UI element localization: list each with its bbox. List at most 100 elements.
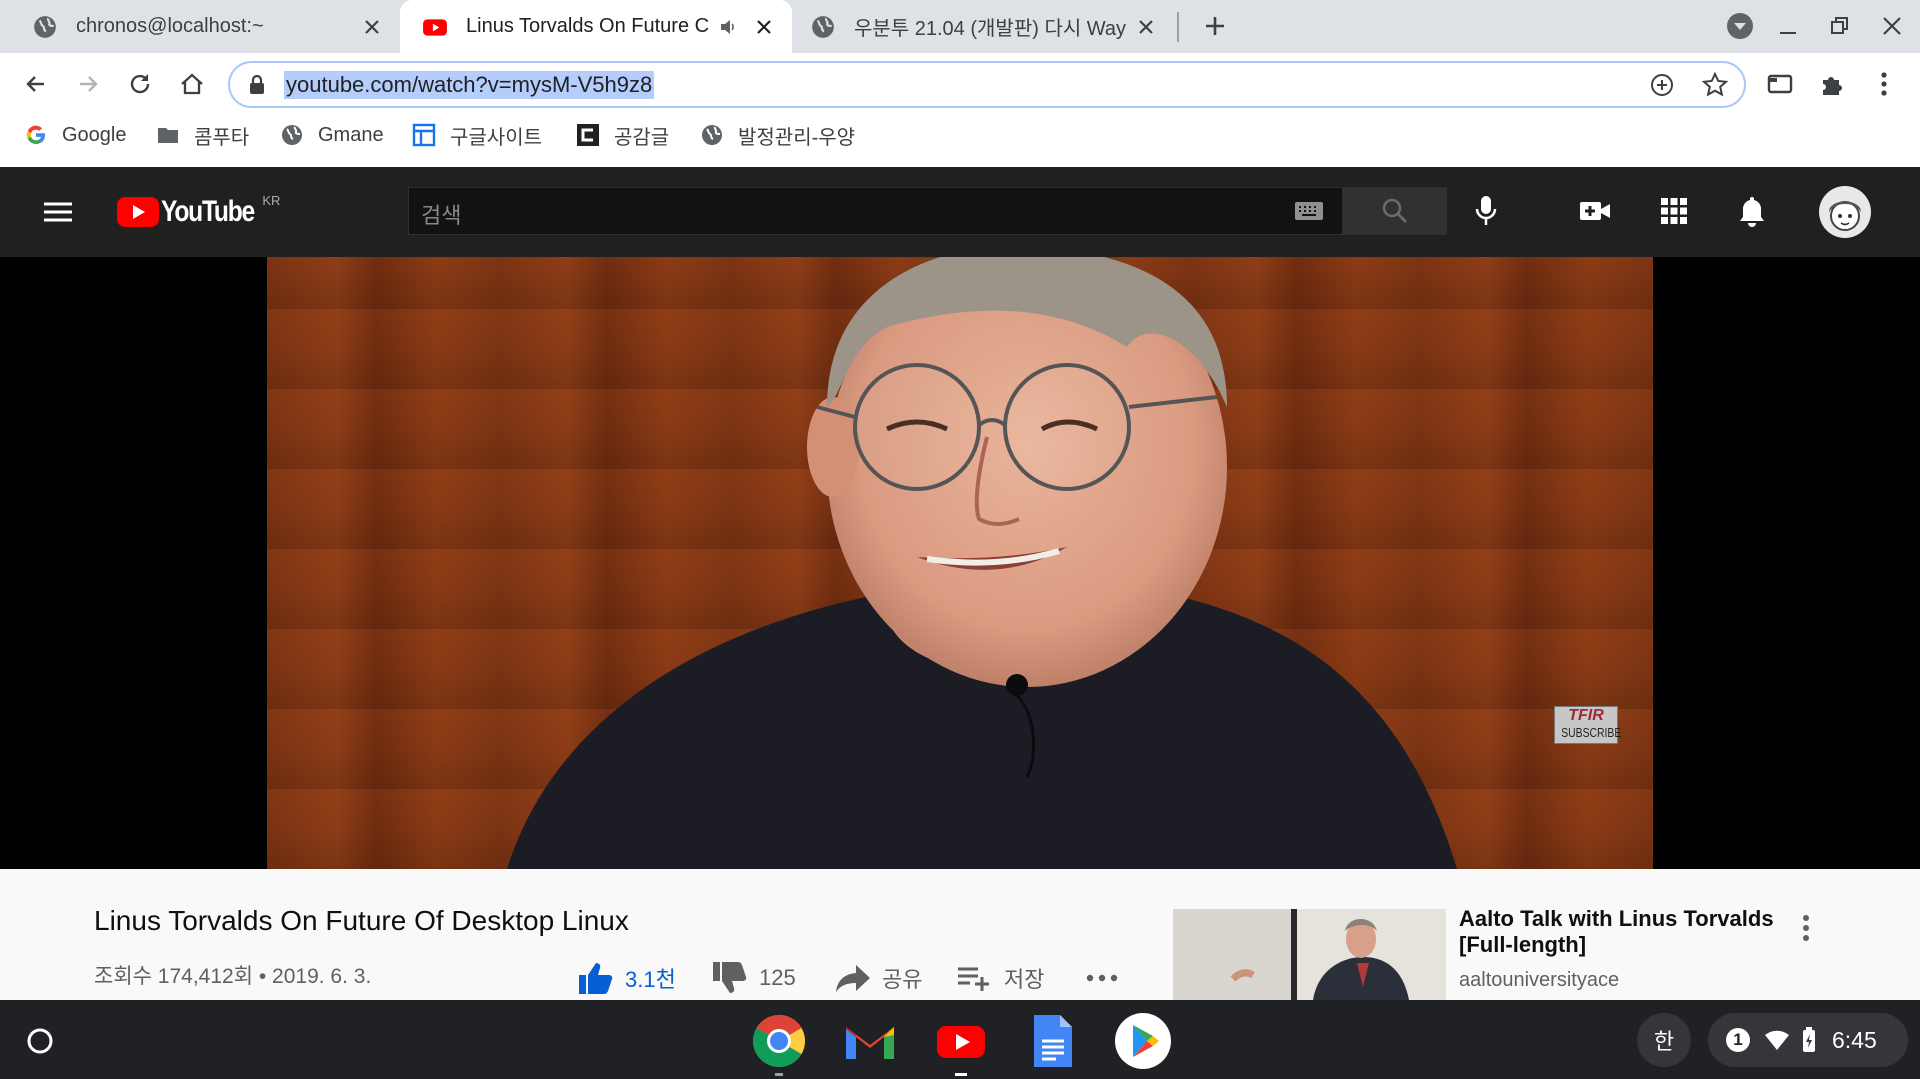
tab-terminal[interactable]: chronos@localhost:~ (0, 0, 400, 53)
close-window-button[interactable] (1874, 8, 1910, 44)
docs-app[interactable] (1024, 1013, 1080, 1069)
ime-indicator[interactable]: 한 (1637, 1013, 1691, 1067)
talk-thumbnail-image (1173, 909, 1446, 1000)
tab-title: chronos@localhost:~ (76, 15, 264, 37)
url-text[interactable]: youtube.com/watch?v=mysM-V5h9z8 (284, 71, 655, 99)
bookmark-gmane[interactable]: Gmane (280, 118, 384, 152)
voice-search-button[interactable] (1468, 193, 1504, 229)
arrow-left-icon (26, 76, 44, 92)
youtube-logo[interactable]: YouTube KR (117, 192, 280, 232)
extensions-button[interactable] (1814, 66, 1850, 102)
notifications-button[interactable] (1734, 193, 1770, 229)
globe-icon (702, 125, 722, 145)
playlist-add-icon (958, 967, 989, 991)
bookmark-gonggamgeul[interactable]: 공감글 (576, 118, 669, 152)
install-app-icon[interactable] (1650, 73, 1674, 97)
back-button[interactable] (18, 66, 54, 102)
kebab-icon (1803, 915, 1809, 941)
recommendation-menu-button[interactable] (1788, 910, 1824, 946)
more-horizontal-icon (1086, 974, 1118, 982)
hamburger-icon (44, 202, 72, 222)
recommendation-title[interactable]: Aalto Talk with Linus Torvalds [Full-len… (1459, 906, 1789, 958)
video-title: Linus Torvalds On Future Of Desktop Linu… (94, 905, 629, 936)
bell-icon (1740, 197, 1764, 227)
recommendation-channel[interactable]: aaltouniversityace (1459, 969, 1619, 992)
region-code: KR (262, 192, 281, 208)
tab-title: Linus Torvalds On Future C (466, 15, 710, 37)
globe-icon (34, 15, 56, 38)
chrome-icon (753, 1015, 805, 1067)
play-store-app[interactable] (1115, 1013, 1171, 1069)
c-logo-icon (577, 124, 599, 146)
bookmark-google[interactable]: Google (24, 118, 127, 152)
share-icon (836, 965, 870, 992)
keyboard-icon[interactable] (1294, 201, 1324, 221)
close-tab-icon[interactable] (1134, 15, 1158, 39)
home-button[interactable] (174, 66, 210, 102)
menu-button[interactable] (1866, 66, 1902, 102)
new-tab-button[interactable] (1197, 8, 1233, 44)
star-icon[interactable] (1702, 72, 1728, 98)
google-docs-icon (1034, 1015, 1072, 1067)
address-bar[interactable]: youtube.com/watch?v=mysM-V5h9z8 (228, 61, 1746, 108)
share-label: 공유 (882, 967, 923, 992)
thumbs-down-icon (713, 962, 747, 993)
video-camera-plus-icon (1580, 202, 1610, 220)
speaker-video-image (507, 257, 1457, 869)
save-label: 저장 (1004, 967, 1045, 992)
forward-button[interactable] (70, 66, 106, 102)
tab-youtube[interactable]: Linus Torvalds On Future C (400, 0, 792, 53)
logo-text: YouTube (161, 195, 255, 228)
restore-button[interactable] (1822, 8, 1858, 44)
chrome-app[interactable] (751, 1013, 807, 1076)
bookmark-balyeong[interactable]: 발정관리-우양 (700, 118, 855, 152)
gmail-app[interactable] (842, 1013, 898, 1069)
search-icon (1382, 198, 1407, 223)
kebab-icon (1881, 72, 1887, 96)
bookmark-label: Gmane (318, 123, 384, 146)
reload-button[interactable] (122, 66, 158, 102)
clock: 6:45 (1832, 1027, 1877, 1053)
recommendation-thumbnail[interactable] (1173, 909, 1446, 1000)
more-actions-button[interactable] (1085, 958, 1119, 998)
bookmark-label: 구글사이트 (450, 126, 542, 149)
bookmark-google-sites[interactable]: 구글사이트 (412, 118, 542, 152)
avatar[interactable] (1819, 186, 1871, 238)
speaker-icon[interactable] (718, 17, 738, 37)
search-input[interactable]: 검색 (408, 187, 1343, 235)
like-button[interactable]: 3.1천 (577, 958, 676, 998)
thumbs-up-icon (579, 963, 613, 994)
minimize-button[interactable] (1770, 8, 1806, 44)
share-button[interactable]: 공유 (834, 958, 922, 998)
microphone-icon (1475, 196, 1497, 225)
sites-icon (412, 123, 436, 147)
youtube-app[interactable] (933, 1013, 989, 1076)
guide-button[interactable] (40, 194, 76, 230)
tab-ubuntu[interactable]: 우분투 21.04 (개발판) 다시 Way (792, 0, 1174, 53)
close-tab-icon[interactable] (360, 15, 384, 39)
save-button[interactable]: 저장 (956, 958, 1044, 998)
search-button[interactable] (1343, 187, 1447, 235)
bookmark-label: Google (62, 123, 127, 146)
notification-count-badge: 1 (1726, 1028, 1750, 1052)
reload-icon (130, 74, 150, 94)
dislike-button[interactable]: 125 (711, 958, 796, 998)
cast-button[interactable] (1762, 66, 1798, 102)
launcher-button[interactable] (20, 1021, 60, 1061)
tab-search-button[interactable] (1722, 8, 1758, 44)
battery-charging-icon (1803, 1027, 1815, 1052)
apps-button[interactable] (1656, 193, 1692, 229)
folder-icon (158, 128, 178, 143)
puzzle-icon (1823, 77, 1842, 95)
search-placeholder: 검색 (421, 203, 462, 228)
channel-watermark[interactable]: TFIR SUBSCRIBE (1554, 706, 1621, 744)
status-tray[interactable]: 1 6:45 (1708, 1013, 1908, 1067)
plus-icon (1206, 17, 1224, 35)
google-icon (26, 125, 46, 145)
bookmark-folder[interactable]: 콤푸타 (156, 118, 249, 152)
video-frame[interactable]: TFIR SUBSCRIBE (267, 257, 1653, 869)
close-tab-icon[interactable] (752, 15, 776, 39)
lock-icon[interactable] (248, 75, 266, 95)
create-button[interactable] (1577, 193, 1613, 229)
like-count: 3.1천 (625, 967, 676, 992)
